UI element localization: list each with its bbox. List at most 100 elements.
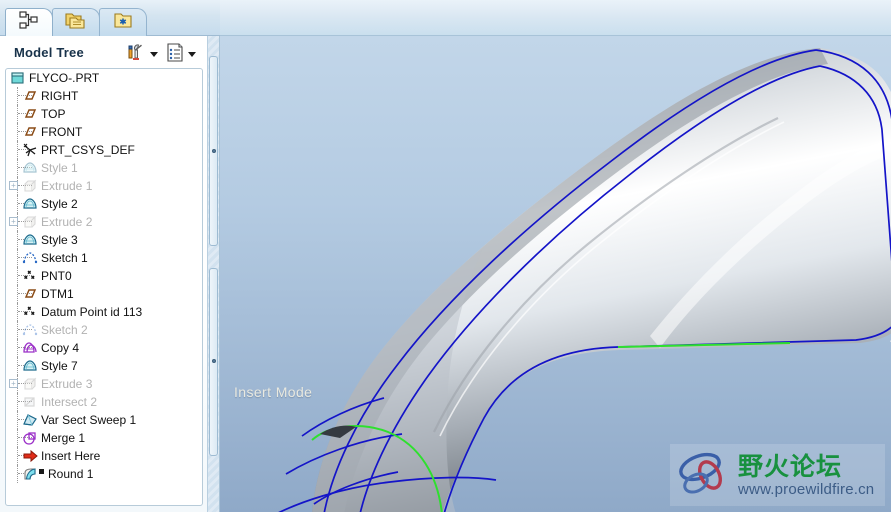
part-icon: [10, 70, 26, 86]
tree-item-extrude-3[interactable]: + Extrude 3: [6, 375, 202, 393]
sweep-icon: [22, 412, 38, 428]
extrude-icon: [22, 178, 38, 194]
tree-item-label: Style 7: [41, 359, 78, 373]
watermark: 野火论坛 www.proewildfire.cn: [670, 444, 885, 506]
tree-item-label: Sketch 2: [41, 323, 88, 337]
tree-item-label: Extrude 2: [41, 215, 93, 229]
favorites-folder-icon: [111, 10, 135, 35]
tree-guide-line: [17, 249, 18, 267]
folder-browser-tab[interactable]: [52, 8, 100, 36]
tree-item-front[interactable]: FRONT: [6, 123, 202, 141]
list-document-icon: [165, 41, 185, 68]
style-icon: [22, 160, 38, 176]
tree-guide-line: [17, 411, 18, 429]
suppressed-marker: [39, 468, 44, 474]
tree-item-label: FRONT: [41, 125, 83, 139]
tree-item-round-1[interactable]: Round 1: [6, 465, 202, 483]
tree-item-merge-1[interactable]: Merge 1: [6, 429, 202, 447]
forum-logo-icon: [676, 450, 734, 500]
tree-item-label: PNT0: [41, 269, 72, 283]
tab-strip: [0, 0, 220, 36]
panel-splitter[interactable]: [208, 36, 220, 512]
tree-item-flyco-prt[interactable]: FLYCO-.PRT: [6, 69, 202, 87]
tree-item-style-2[interactable]: Style 2: [6, 195, 202, 213]
tree-item-label: TOP: [41, 107, 66, 121]
tree-item-label: Style 3: [41, 233, 78, 247]
style-icon: [22, 232, 38, 248]
tree-guide-line: [17, 141, 18, 159]
panel-toolbar: [124, 39, 202, 70]
watermark-text: 野火论坛 www.proewildfire.cn: [738, 454, 874, 497]
sketch-icon: [22, 250, 38, 266]
model-tree-tab[interactable]: [5, 8, 53, 36]
tree-guide-line: [17, 321, 18, 339]
tree-item-copy-4[interactable]: Copy 4: [6, 339, 202, 357]
tree-guide-line: [17, 87, 18, 105]
tree-item-top[interactable]: TOP: [6, 105, 202, 123]
tree-item-style-3[interactable]: Style 3: [6, 231, 202, 249]
tree-item-dtm1[interactable]: DTM1: [6, 285, 202, 303]
tree-guide-line: [17, 123, 18, 141]
tree-guide-line: [17, 159, 18, 177]
style-icon: [22, 358, 38, 374]
tree-item-label: Datum Point id 113: [41, 305, 143, 319]
tree-expander[interactable]: +: [9, 217, 18, 226]
tree-guide-line: [17, 285, 18, 303]
tree-item-label: RIGHT: [41, 89, 79, 103]
tree-item-sketch-2[interactable]: Sketch 2: [6, 321, 202, 339]
tools-icon: [125, 41, 147, 68]
splitter-grip-upper[interactable]: [209, 56, 218, 246]
tree-item-datum-point-id-113[interactable]: Datum Point id 113: [6, 303, 202, 321]
round-icon: [22, 466, 38, 482]
settings-tools-button[interactable]: [124, 39, 164, 70]
tree-expander[interactable]: +: [9, 181, 18, 190]
tree-item-extrude-1[interactable]: + Extrude 1: [6, 177, 202, 195]
tree-guide-line: [17, 465, 18, 483]
tree-item-sketch-1[interactable]: Sketch 1: [6, 249, 202, 267]
tree-item-label: Sketch 1: [41, 251, 88, 265]
model-geometry: [278, 48, 891, 512]
grip-dot: [211, 359, 216, 363]
tree-item-style-7[interactable]: Style 7: [6, 357, 202, 375]
tree-item-label: Merge 1: [41, 431, 86, 445]
extrude-icon: [22, 376, 38, 392]
graphics-viewport[interactable]: Insert Mode 野火论坛 www.proewildfire.cn: [220, 36, 891, 512]
tree-item-label: Intersect 2: [41, 395, 98, 409]
tree-item-var-sect-sweep-1[interactable]: Var Sect Sweep 1: [6, 411, 202, 429]
tree-guide-line: [17, 357, 18, 375]
merge-icon: [22, 430, 38, 446]
datum-point-icon: [22, 268, 38, 284]
tree-item-pnt0[interactable]: PNT0: [6, 267, 202, 285]
tree-guide-line: [17, 429, 18, 447]
tree-item-label: Style 1: [41, 161, 78, 175]
page-title: Model Tree: [14, 44, 84, 60]
tree-item-label: Copy 4: [41, 341, 80, 355]
chevron-down-icon[interactable]: [188, 52, 196, 57]
tree-item-label: PRT_CSYS_DEF: [41, 143, 135, 157]
tree-item-label: Var Sect Sweep 1: [41, 413, 137, 427]
chevron-down-icon[interactable]: [150, 52, 158, 57]
tree-item-intersect-2[interactable]: Intersect 2: [6, 393, 202, 411]
datum-plane-icon: [22, 124, 38, 140]
model-tree-list[interactable]: FLYCO-.PRT RIGHT TOP FRONT PRT_CSYS_DEF Style…: [5, 68, 203, 506]
top-bar-background: [220, 0, 891, 36]
tree-guide-line: [17, 267, 18, 285]
tree-item-label: FLYCO-.PRT: [29, 71, 100, 85]
tree-item-style-1[interactable]: Style 1: [6, 159, 202, 177]
tree-item-label: Extrude 1: [41, 179, 93, 193]
tree-item-right[interactable]: RIGHT: [6, 87, 202, 105]
copy-surface-icon: [22, 340, 38, 356]
tree-item-insert-here[interactable]: Insert Here: [6, 447, 202, 465]
insert-mode-status: Insert Mode: [234, 384, 313, 400]
tree-expander[interactable]: +: [9, 379, 18, 388]
model-tree-panel: Model Tree FLYCO-.PRT RIGHT TOP FRONT PR…: [0, 36, 208, 512]
favorites-tab[interactable]: [99, 8, 147, 36]
datum-plane-icon: [22, 106, 38, 122]
tree-guide-line: [17, 339, 18, 357]
display-settings-button[interactable]: [164, 39, 202, 70]
splitter-grip-lower[interactable]: [209, 268, 218, 456]
datum-plane-icon: [22, 286, 38, 302]
panel-header: Model Tree: [0, 36, 208, 68]
tree-item-extrude-2[interactable]: + Extrude 2: [6, 213, 202, 231]
tree-item-prt-csys-def[interactable]: PRT_CSYS_DEF: [6, 141, 202, 159]
